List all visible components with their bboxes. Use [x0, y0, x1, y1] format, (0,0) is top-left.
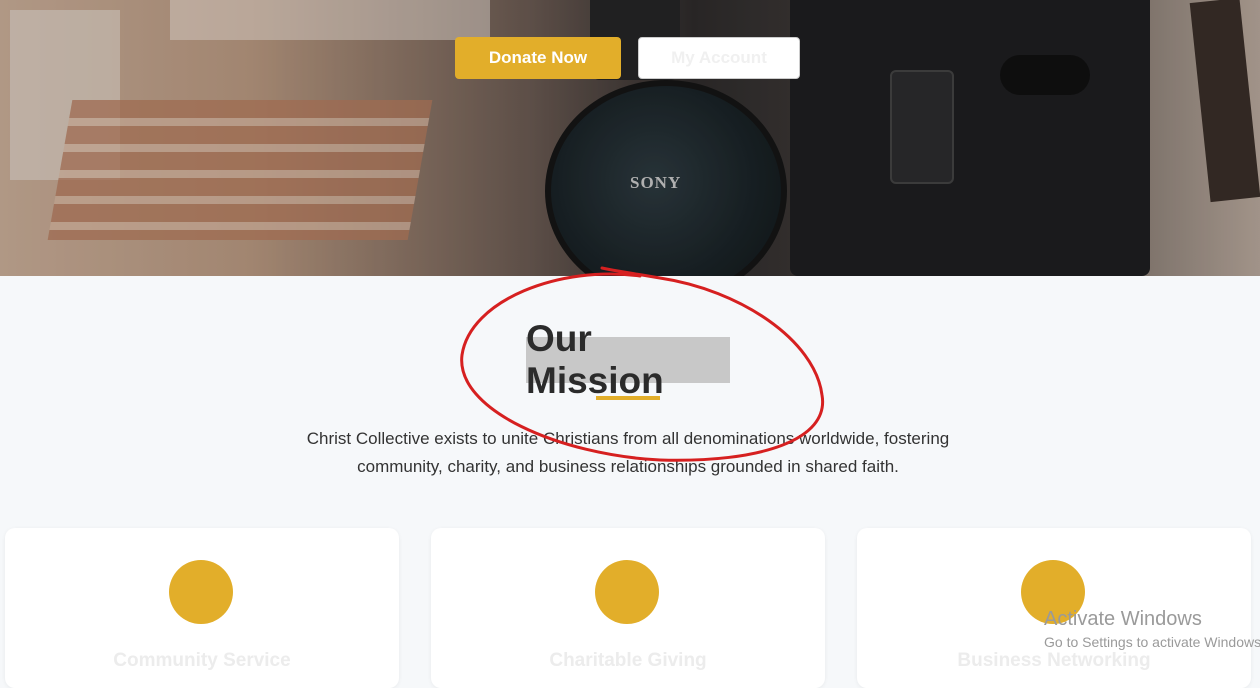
windows-activation-watermark: Activate Windows Go to Settings to activ… — [1044, 608, 1260, 650]
hero-banner: SONY Donate Now My Account — [0, 0, 1260, 276]
charitable-giving-card[interactable]: Charitable Giving — [431, 528, 825, 688]
circle-icon — [169, 560, 233, 624]
mission-description: Christ Collective exists to unite Christ… — [270, 425, 986, 481]
watermark-subtitle: Go to Settings to activate Windows. — [1044, 634, 1260, 650]
mission-title: Our Mission — [526, 318, 730, 401]
card-title: Community Service — [113, 650, 291, 671]
hero-overlay — [0, 0, 1260, 276]
title-underline — [596, 396, 660, 400]
mission-line-2: community, charity, and business relatio… — [357, 457, 899, 476]
watermark-title: Activate Windows — [1044, 608, 1202, 630]
community-service-card[interactable]: Community Service — [5, 528, 399, 688]
card-title: Business Networking — [957, 650, 1151, 671]
donate-now-button[interactable]: Donate Now — [455, 37, 621, 79]
my-account-button[interactable]: My Account — [638, 37, 800, 79]
card-title: Charitable Giving — [549, 650, 707, 671]
circle-icon — [595, 560, 659, 624]
mission-line-1: Christ Collective exists to unite Christ… — [306, 429, 950, 448]
